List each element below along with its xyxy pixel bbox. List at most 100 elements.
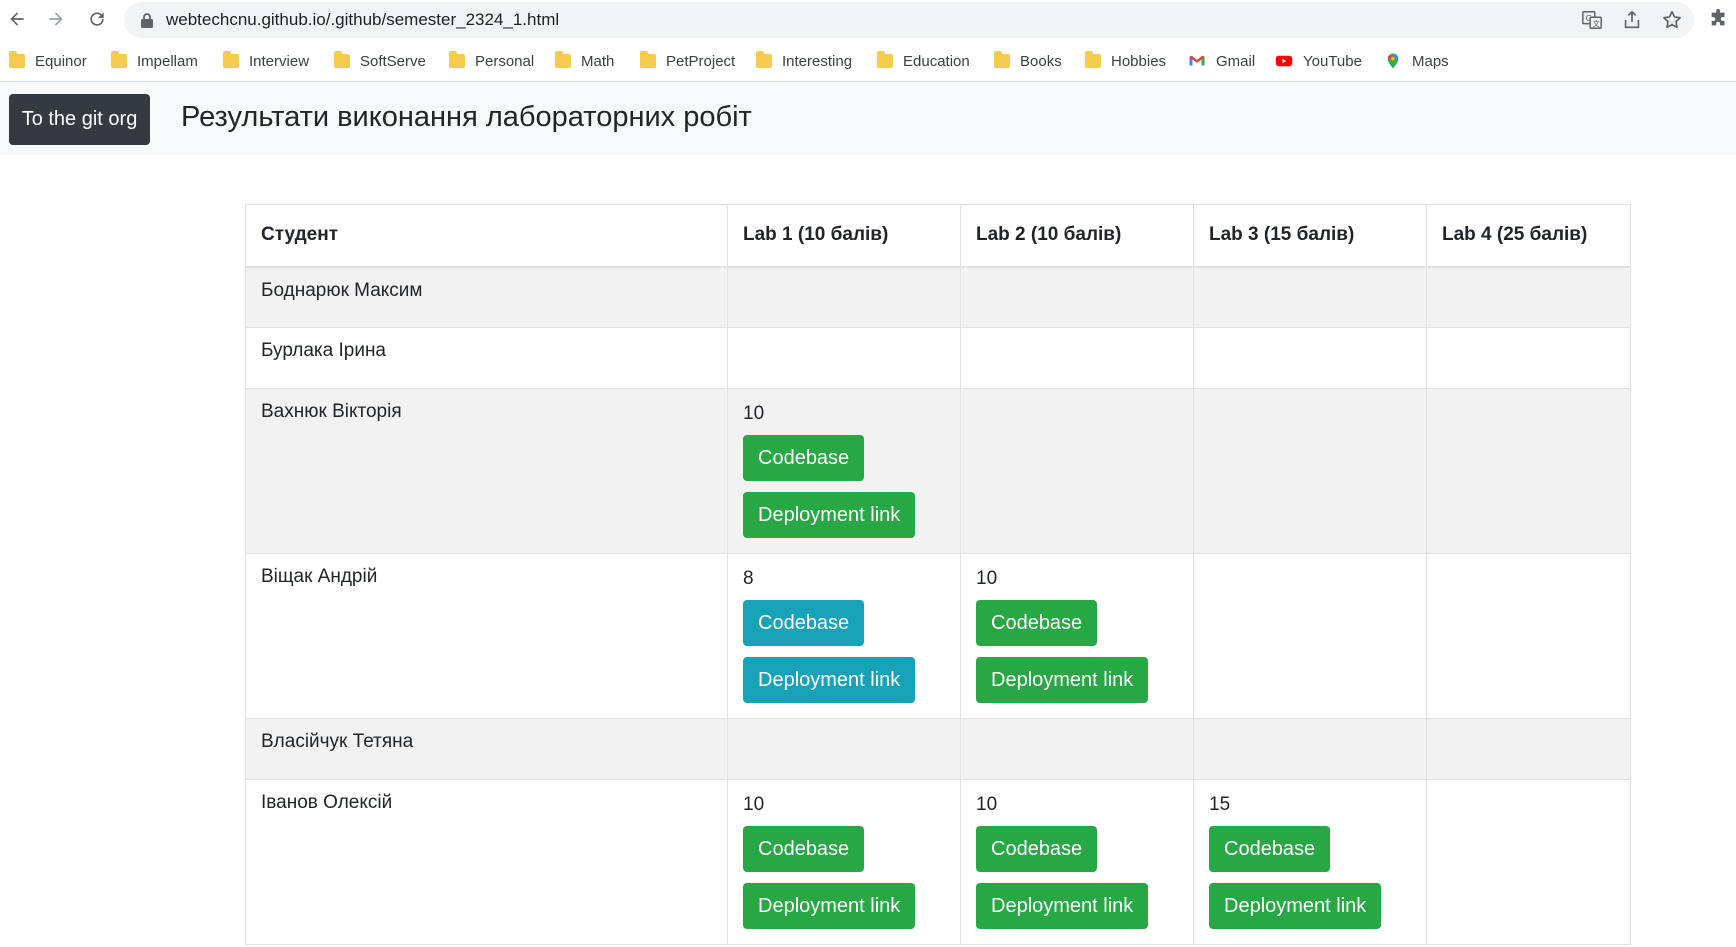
- lab-cell: 8 Codebase Deployment link: [727, 553, 961, 719]
- folder-icon: [449, 51, 465, 68]
- deployment-link-button[interactable]: Deployment link: [743, 883, 916, 929]
- maps-icon: [1387, 53, 1399, 69]
- bookmark-math[interactable]: Math: [555, 50, 614, 72]
- student-name: Боднарюк Максим: [245, 266, 728, 328]
- results-table: Студент Lab 1 (10 балів) Lab 2 (10 балів…: [245, 204, 1631, 945]
- table-header-row: Студент Lab 1 (10 балів) Lab 2 (10 балів…: [245, 204, 1631, 268]
- column-header-lab4: Lab 4 (25 балів): [1426, 204, 1631, 268]
- lab-cell: 10 Codebase Deployment link: [960, 779, 1194, 945]
- table-row: Віщак Андрій 8 Codebase Deployment link …: [245, 553, 1631, 719]
- student-name: Вахнюк Вікторія: [245, 388, 728, 554]
- lab-cell: 10 Codebase Deployment link: [960, 553, 1194, 719]
- bookmark-maps[interactable]: Maps: [1384, 50, 1449, 72]
- lab-cell: [1426, 388, 1631, 554]
- lab-cell: 15 Codebase Deployment link: [1193, 779, 1427, 945]
- codebase-button[interactable]: Codebase: [743, 826, 865, 872]
- student-name: Бурлака Ірина: [245, 327, 728, 389]
- bookmark-hobbies[interactable]: Hobbies: [1085, 50, 1166, 72]
- bookmark-interview[interactable]: Interview: [223, 50, 309, 72]
- deployment-link-button[interactable]: Deployment link: [743, 492, 916, 538]
- bookmark-equinor[interactable]: Equinor: [9, 50, 87, 72]
- codebase-button[interactable]: Codebase: [1209, 826, 1331, 872]
- lab-score: 10: [743, 794, 765, 815]
- lab-cell: 10 Codebase Deployment link: [727, 388, 961, 554]
- gmail-icon: [1189, 55, 1205, 66]
- lab-score: 10: [743, 403, 765, 424]
- lab-cell: [960, 327, 1194, 389]
- lab-cell: [1426, 553, 1631, 719]
- forward-button[interactable]: [42, 5, 70, 33]
- table-row: Власійчук Тетяна: [245, 718, 1631, 780]
- folder-icon: [1085, 51, 1101, 68]
- bookmark-interesting[interactable]: Interesting: [756, 50, 852, 72]
- lab-cell: 10 Codebase Deployment link: [727, 779, 961, 945]
- lab-cell: [727, 718, 961, 780]
- folder-icon: [555, 51, 571, 68]
- lab-cell: [1426, 266, 1631, 328]
- reload-icon: [90, 12, 104, 26]
- lab-score: 8: [743, 568, 754, 589]
- codebase-button[interactable]: Codebase: [743, 435, 865, 481]
- column-header-lab1: Lab 1 (10 балів): [727, 204, 961, 268]
- table-row: Іванов Олексій 10 Codebase Deployment li…: [245, 779, 1631, 945]
- share-icon[interactable]: [1621, 9, 1643, 31]
- lab-cell: [727, 327, 961, 389]
- codebase-button[interactable]: Codebase: [976, 826, 1098, 872]
- deployment-link-button[interactable]: Deployment link: [976, 657, 1149, 703]
- table-row: Бурлака Ірина: [245, 327, 1631, 389]
- column-header-lab3: Lab 3 (15 балів): [1193, 204, 1427, 268]
- lab-cell: [960, 718, 1194, 780]
- url-text: webtechcnu.github.io/.github/semester_23…: [166, 10, 560, 29]
- folder-icon: [756, 51, 772, 68]
- address-bar[interactable]: webtechcnu.github.io/.github/semester_23…: [124, 2, 1694, 38]
- back-button[interactable]: [3, 5, 31, 33]
- deployment-link-button[interactable]: Deployment link: [743, 657, 916, 703]
- folder-icon: [111, 51, 127, 68]
- folder-icon: [994, 51, 1010, 68]
- lab-cell: [1426, 718, 1631, 780]
- lab-score: 10: [976, 794, 998, 815]
- folder-icon: [223, 51, 239, 68]
- bookmark-petproject[interactable]: PetProject: [640, 50, 735, 72]
- page-title: Результати виконання лабораторних робіт: [181, 101, 752, 133]
- arrow-right-icon: [49, 12, 63, 26]
- lock-icon: [141, 13, 153, 28]
- student-name: Іванов Олексій: [245, 779, 728, 945]
- reload-button[interactable]: [83, 5, 111, 33]
- bookmark-impellam[interactable]: Impellam: [111, 50, 198, 72]
- browser-toolbar: webtechcnu.github.io/.github/semester_23…: [0, 0, 1736, 40]
- git-org-button[interactable]: To the git org: [9, 94, 150, 145]
- deployment-link-button[interactable]: Deployment link: [976, 883, 1149, 929]
- page-header: To the git org Результати виконання лабо…: [0, 83, 1736, 155]
- codebase-button[interactable]: Codebase: [976, 600, 1098, 646]
- bookmark-gmail[interactable]: Gmail: [1188, 50, 1255, 72]
- bookmark-youtube[interactable]: YouTube: [1275, 50, 1362, 72]
- bookmark-education[interactable]: Education: [877, 50, 970, 72]
- column-header-lab2: Lab 2 (10 балів): [960, 204, 1194, 268]
- translate-icon[interactable]: G文: [1581, 9, 1603, 31]
- lab-score: 15: [1209, 794, 1231, 815]
- lab-cell: [960, 266, 1194, 328]
- lab-cell: [1193, 718, 1427, 780]
- bookmark-books[interactable]: Books: [994, 50, 1062, 72]
- lab-cell: [1426, 779, 1631, 945]
- deployment-link-button[interactable]: Deployment link: [1209, 883, 1382, 929]
- column-header-student: Студент: [245, 204, 728, 268]
- student-name: Віщак Андрій: [245, 553, 728, 719]
- bookmarks-bar: Equinor Impellam Interview SoftServe Per…: [0, 40, 1736, 82]
- table-row: Вахнюк Вікторія 10 Codebase Deployment l…: [245, 388, 1631, 554]
- codebase-button[interactable]: Codebase: [743, 600, 865, 646]
- star-icon[interactable]: [1661, 9, 1683, 31]
- lab-cell: [727, 266, 961, 328]
- youtube-icon: [1275, 55, 1293, 67]
- lab-score: 10: [976, 568, 998, 589]
- folder-icon: [9, 51, 25, 68]
- bookmark-personal[interactable]: Personal: [449, 50, 534, 72]
- table-row: Боднарюк Максим: [245, 266, 1631, 328]
- folder-icon: [640, 51, 656, 68]
- lab-cell: [1193, 388, 1427, 554]
- lab-cell: [1426, 327, 1631, 389]
- extensions-icon[interactable]: [1708, 8, 1730, 30]
- bookmark-softserve[interactable]: SoftServe: [334, 50, 426, 72]
- lab-cell: [1193, 266, 1427, 328]
